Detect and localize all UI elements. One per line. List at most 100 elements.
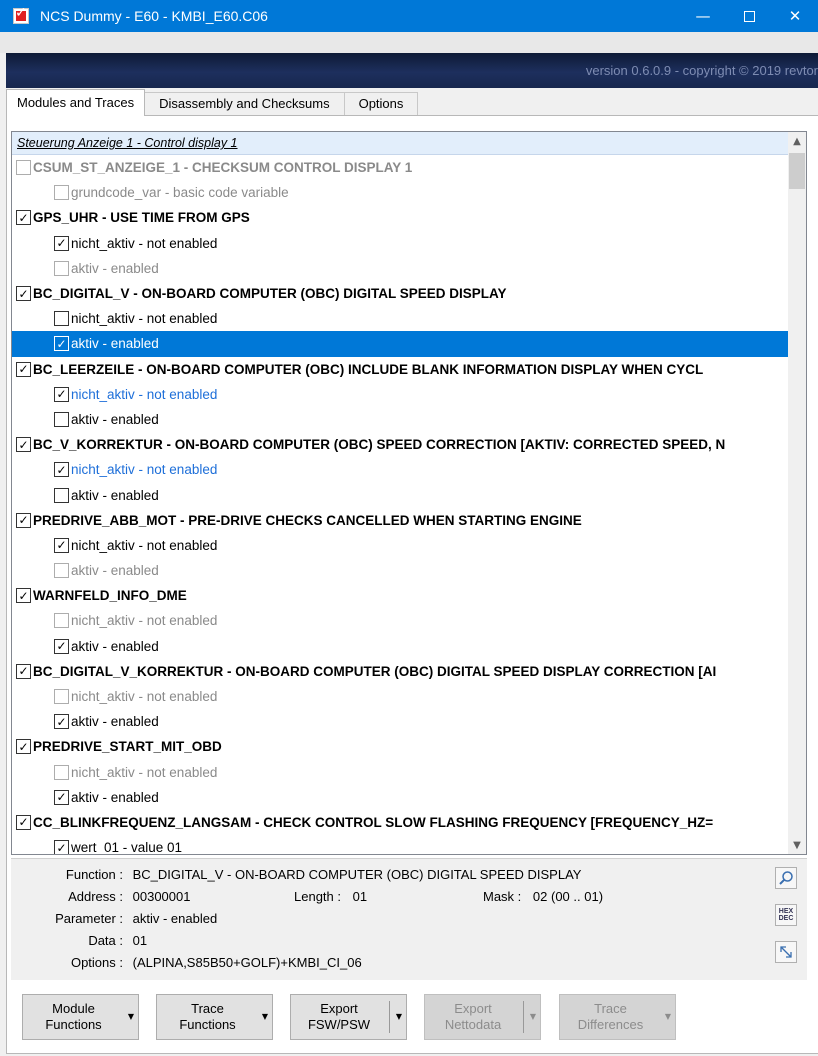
checkbox-checked-icon[interactable]: ✓ (16, 588, 31, 604)
function-value: BC_DIGITAL_V - ON-BOARD COMPUTER (OBC) D… (132, 867, 582, 882)
checkbox-checked-icon[interactable]: ✓ (16, 512, 31, 528)
close-icon: ✕ (788, 7, 802, 25)
hex-dec-toggle-button[interactable]: HEX DEC (775, 904, 797, 926)
checkbox-checked-icon[interactable]: ✓ (54, 235, 69, 251)
checkbox-unchecked-icon[interactable] (54, 311, 69, 327)
parameter-row[interactable]: ✓ aktiv - enabled (12, 331, 788, 357)
trace-functions-line2: Functions (179, 1017, 236, 1032)
parameter-row[interactable]: aktiv - enabled (12, 558, 788, 583)
module-trace-tree[interactable]: Steuerung Anzeige 1 - Control display 1 … (11, 131, 807, 855)
function-row[interactable]: ✓ BC_LEERZEILE - ON-BOARD COMPUTER (OBC) … (12, 357, 788, 382)
checkbox-checked-icon[interactable]: ✓ (54, 386, 69, 402)
checkbox-checked-icon[interactable]: ✓ (54, 638, 69, 654)
checkbox-unchecked-icon[interactable] (54, 185, 69, 201)
top-strip (0, 32, 818, 53)
checkbox-checked-icon[interactable]: ✓ (54, 537, 69, 553)
checkbox-unchecked-icon[interactable] (54, 563, 69, 579)
scroll-thumb[interactable] (789, 153, 805, 189)
function-row[interactable]: ✓ WARNFELD_INFO_DME (12, 583, 788, 608)
parameter-row[interactable]: nicht_aktiv - not enabled (12, 760, 788, 785)
checkbox-checked-icon[interactable]: ✓ (16, 739, 31, 755)
export-netto-line2: Nettodata (444, 1017, 502, 1032)
mask-label: Mask : (483, 889, 522, 904)
parameter-row[interactable]: ✓ nicht_aktiv - not enabled (12, 382, 788, 407)
export-nettodata-button[interactable]: Export Nettodata ▼ (424, 994, 541, 1040)
checkbox-checked-icon[interactable]: ✓ (54, 462, 69, 478)
address-label: Address : (68, 889, 123, 904)
function-row[interactable]: ✓ BC_DIGITAL_V_KORREKTUR - ON-BOARD COMPU… (12, 659, 788, 684)
parameter-row[interactable]: nicht_aktiv - not enabled (12, 684, 788, 709)
function-row[interactable]: ✓ BC_V_KORREKTUR - ON-BOARD COMPUTER (OBC… (12, 432, 788, 457)
row-label: aktiv - enabled (71, 563, 159, 579)
scroll-up-icon[interactable]: ▲ (788, 132, 806, 150)
parameter-row[interactable]: aktiv - enabled (12, 407, 788, 432)
parameter-row[interactable]: ✓ aktiv - enabled (12, 634, 788, 659)
checkbox-unchecked-icon[interactable] (54, 689, 69, 705)
parameter-row[interactable]: ✓ nicht_aktiv - not enabled (12, 533, 788, 558)
module-functions-button[interactable]: Module Functions ▼ (22, 994, 139, 1040)
parameter-row[interactable]: ✓ wert_01 - value 01 (12, 835, 788, 854)
parameter-row[interactable]: nicht_aktiv - not enabled (12, 306, 788, 331)
chevron-down-icon[interactable]: ▼ (526, 1009, 540, 1025)
parameter-row[interactable]: ✓ aktiv - enabled (12, 785, 788, 810)
function-row[interactable]: ✓ GPS_UHR - USE TIME FROM GPS (12, 205, 788, 230)
tab-modules-and-traces[interactable]: Modules and Traces (6, 89, 146, 116)
function-row[interactable]: ✓ BC_DIGITAL_V - ON-BOARD COMPUTER (OBC) … (12, 281, 788, 306)
scroll-down-icon[interactable]: ▼ (788, 836, 806, 854)
row-label: nicht_aktiv - not enabled (71, 689, 218, 705)
checkbox-checked-icon[interactable]: ✓ (54, 336, 69, 352)
maximize-button[interactable] (726, 0, 772, 32)
group-header[interactable]: Steuerung Anzeige 1 - Control display 1 (12, 132, 788, 155)
checkbox-unchecked-icon[interactable] (54, 260, 69, 276)
function-label: Function : (65, 867, 123, 882)
function-row[interactable]: ✓ PREDRIVE_ABB_MOT - PRE-DRIVE CHECKS CAN… (12, 508, 788, 533)
split-divider (523, 1001, 524, 1033)
parameter-row[interactable]: ✓ nicht_aktiv - not enabled (12, 457, 788, 482)
tab-strip: Modules and Traces Disassembly and Check… (6, 89, 419, 116)
export-fsw-psw-button[interactable]: Export FSW/PSW ▼ (290, 994, 407, 1040)
mask-line: Mask : 02 (00 .. 01) (483, 889, 603, 904)
checkbox-checked-icon[interactable]: ✓ (54, 840, 69, 854)
function-row[interactable]: CSUM_ST_ANZEIGE_1 - CHECKSUM CONTROL DIS… (12, 155, 788, 180)
split-divider (389, 1001, 390, 1033)
minimize-button[interactable]: — (680, 0, 726, 32)
parameter-label: Parameter : (55, 911, 123, 926)
tab-options[interactable]: Options (343, 92, 419, 116)
export-fsw-line1: Export (320, 1001, 358, 1016)
checkbox-unchecked-icon[interactable] (54, 613, 69, 629)
checkbox-checked-icon[interactable]: ✓ (16, 361, 31, 377)
trace-differences-line1: Trace (594, 1001, 627, 1016)
trace-functions-button[interactable]: Trace Functions ▼ (156, 994, 273, 1040)
checkbox-checked-icon[interactable]: ✓ (16, 663, 31, 679)
checkbox-unchecked-icon[interactable] (54, 411, 69, 427)
parameter-row[interactable]: aktiv - enabled (12, 256, 788, 281)
close-button[interactable]: ✕ (772, 0, 818, 32)
parameter-row[interactable]: ✓ nicht_aktiv - not enabled (12, 231, 788, 256)
row-label: nicht_aktiv - not enabled (71, 764, 218, 780)
tab-disassembly-and-checksums[interactable]: Disassembly and Checksums (144, 92, 345, 116)
checkbox-unchecked-icon[interactable] (16, 160, 31, 176)
parameter-row[interactable]: ✓ aktiv - enabled (12, 709, 788, 734)
row-label: nicht_aktiv - not enabled (71, 311, 218, 327)
chevron-down-icon[interactable]: ▼ (392, 1009, 406, 1025)
parameter-row[interactable]: aktiv - enabled (12, 482, 788, 507)
checkbox-checked-icon[interactable]: ✓ (16, 210, 31, 226)
parameter-row[interactable]: grundcode_var - basic code variable (12, 180, 788, 205)
version-banner: version 0.6.0.9 - copyright © 2019 revto… (6, 53, 818, 88)
vertical-scrollbar[interactable]: ▲ ▼ (788, 132, 806, 854)
mask-value: 02 (00 .. 01) (532, 889, 604, 904)
function-row[interactable]: ✓ PREDRIVE_START_MIT_OBD (12, 734, 788, 759)
resize-button[interactable] (775, 941, 797, 963)
checkbox-checked-icon[interactable]: ✓ (16, 814, 31, 830)
checkbox-checked-icon[interactable]: ✓ (16, 286, 31, 302)
function-row[interactable]: ✓ CC_BLINKFREQUENZ_LANGSAM - CHECK CONTRO… (12, 810, 788, 835)
trace-differences-button[interactable]: Trace Differences ▼ (559, 994, 676, 1040)
checkbox-unchecked-icon[interactable] (54, 764, 69, 780)
parameter-row[interactable]: nicht_aktiv - not enabled (12, 608, 788, 633)
checkbox-unchecked-icon[interactable] (54, 487, 69, 503)
search-button[interactable] (775, 867, 797, 889)
checkbox-checked-icon[interactable]: ✓ (16, 437, 31, 453)
checkbox-checked-icon[interactable]: ✓ (54, 714, 69, 730)
data-value: 01 (132, 933, 148, 948)
checkbox-checked-icon[interactable]: ✓ (54, 789, 69, 805)
